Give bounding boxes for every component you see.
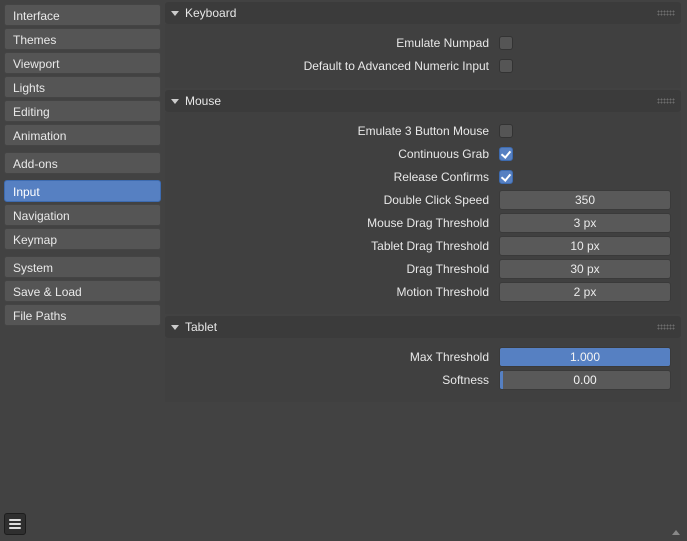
sidebar-item-navigation[interactable]: Navigation [4,204,161,226]
sidebar-item-save-load[interactable]: Save & Load [4,280,161,302]
sidebar-item-themes[interactable]: Themes [4,28,161,50]
sidebar-groups: InterfaceThemesViewportLightsEditingAnim… [4,4,161,332]
number-field-mouse-drag-threshold[interactable]: 3 px [499,213,671,233]
checkbox-continuous-grab[interactable] [499,147,513,161]
sidebar-item-add-ons[interactable]: Add-ons [4,152,161,174]
slider-value: 0.00 [500,371,670,389]
pref-label: Motion Threshold [175,285,499,299]
disclosure-triangle-icon [171,325,179,330]
drag-grip-icon [657,324,675,330]
pref-label: Emulate Numpad [175,36,499,50]
pref-row-tablet-drag-threshold: Tablet Drag Threshold 10 px [175,235,671,257]
section-body-mouse: Emulate 3 Button Mouse Continuous Grab R… [165,112,681,314]
sidebar-item-keymap[interactable]: Keymap [4,228,161,250]
sidebar-item-lights[interactable]: Lights [4,76,161,98]
section-header-keyboard[interactable]: Keyboard [165,2,681,24]
pref-label: Softness [175,373,499,387]
number-field-drag-threshold[interactable]: 30 px [499,259,671,279]
section-header-tablet[interactable]: Tablet [165,316,681,338]
sidebar-item-input[interactable]: Input [4,180,161,202]
pref-row-max-threshold: Max Threshold 1.000 [175,346,671,368]
main-panel: Keyboard Emulate Numpad Default to Advan… [165,0,687,541]
pref-row-advanced-numeric: Default to Advanced Numeric Input [175,55,671,77]
section-title: Tablet [185,320,217,334]
section-tablet: Tablet Max Threshold 1.000 Softness 0.00 [165,316,681,402]
number-field-double-click-speed[interactable]: 350 [499,190,671,210]
sidebar-group: InputNavigationKeymap [4,180,161,250]
slider-softness[interactable]: 0.00 [499,370,671,390]
sidebar-group: SystemSave & LoadFile Paths [4,256,161,326]
section-header-mouse[interactable]: Mouse [165,90,681,112]
disclosure-triangle-icon [171,99,179,104]
preferences-window: InterfaceThemesViewportLightsEditingAnim… [0,0,687,541]
sidebar-item-viewport[interactable]: Viewport [4,52,161,74]
sidebar-item-interface[interactable]: Interface [4,4,161,26]
pref-row-mouse-drag-threshold: Mouse Drag Threshold 3 px [175,212,671,234]
drag-grip-icon [657,10,675,16]
pref-row-motion-threshold: Motion Threshold 2 px [175,281,671,303]
sidebar-item-animation[interactable]: Animation [4,124,161,146]
disclosure-triangle-icon [171,11,179,16]
section-keyboard: Keyboard Emulate Numpad Default to Advan… [165,2,681,88]
pref-row-double-click-speed: Double Click Speed 350 [175,189,671,211]
chevron-up-icon [672,530,680,535]
pref-label: Emulate 3 Button Mouse [175,124,499,138]
sidebar-item-editing[interactable]: Editing [4,100,161,122]
sidebar-item-system[interactable]: System [4,256,161,278]
slider-value: 1.000 [500,348,670,366]
pref-label: Mouse Drag Threshold [175,216,499,230]
pref-row-drag-threshold: Drag Threshold 30 px [175,258,671,280]
pref-label: Default to Advanced Numeric Input [175,59,499,73]
pref-row-continuous-grab: Continuous Grab [175,143,671,165]
pref-label: Double Click Speed [175,193,499,207]
sidebar: InterfaceThemesViewportLightsEditingAnim… [0,0,165,541]
hamburger-menu-button[interactable] [4,513,26,535]
slider-max-threshold[interactable]: 1.000 [499,347,671,367]
pref-row-release-confirms: Release Confirms [175,166,671,188]
pref-label: Tablet Drag Threshold [175,239,499,253]
pref-row-softness: Softness 0.00 [175,369,671,391]
pref-label: Continuous Grab [175,147,499,161]
scroll-cue[interactable] [669,527,683,537]
checkbox-release-confirms[interactable] [499,170,513,184]
number-field-tablet-drag-threshold[interactable]: 10 px [499,236,671,256]
pref-label: Release Confirms [175,170,499,184]
pref-label: Drag Threshold [175,262,499,276]
checkbox-emulate-3-button-mouse[interactable] [499,124,513,138]
section-title: Keyboard [185,6,236,20]
sidebar-group: InterfaceThemesViewportLightsEditingAnim… [4,4,161,146]
number-field-motion-threshold[interactable]: 2 px [499,282,671,302]
pref-label: Max Threshold [175,350,499,364]
sidebar-group: Add-ons [4,152,161,174]
sidebar-item-file-paths[interactable]: File Paths [4,304,161,326]
checkbox-advanced-numeric[interactable] [499,59,513,73]
section-title: Mouse [185,94,221,108]
section-body-tablet: Max Threshold 1.000 Softness 0.00 [165,338,681,402]
section-mouse: Mouse Emulate 3 Button Mouse Continuous … [165,90,681,314]
checkbox-emulate-numpad[interactable] [499,36,513,50]
section-body-keyboard: Emulate Numpad Default to Advanced Numer… [165,24,681,88]
drag-grip-icon [657,98,675,104]
pref-row-emulate-numpad: Emulate Numpad [175,32,671,54]
pref-row-emulate-3btn: Emulate 3 Button Mouse [175,120,671,142]
